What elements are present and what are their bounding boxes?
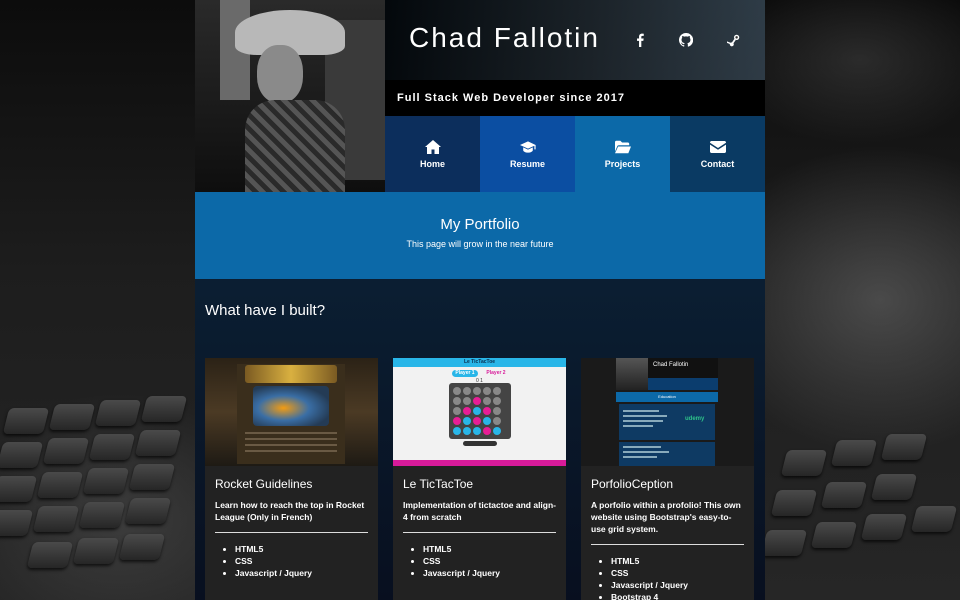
project-title[interactable]: Le TicTacToe xyxy=(403,477,556,491)
nav-item-contact[interactable]: Contact xyxy=(670,116,765,192)
tech-item: HTML5 xyxy=(235,543,368,555)
nav-item-label: Projects xyxy=(604,158,641,169)
envelope-icon xyxy=(709,140,726,153)
tech-item: CSS xyxy=(423,555,556,567)
tech-item: CSS xyxy=(611,567,744,579)
project-card-le-tictactoe[interactable]: Le TicTacToe Player 1 Player 2 0 1 Le Ti… xyxy=(393,358,566,600)
game-board xyxy=(449,383,511,439)
keyboard-background-right xyxy=(764,430,960,600)
thumbnail-title: Chad Fallotin xyxy=(653,362,689,368)
tech-item: Javascript / Jquery xyxy=(611,579,744,591)
site-title: Chad Fallotin xyxy=(409,22,600,53)
project-thumbnail[interactable]: Chad Fallotin Education udemy xyxy=(581,358,754,466)
nav-item-home[interactable]: Home xyxy=(385,116,480,192)
nav-item-resume[interactable]: Resume xyxy=(480,116,575,192)
section-title: What have I built? xyxy=(205,302,326,319)
folder-open-icon xyxy=(614,140,631,153)
site-subtitle: Full Stack Web Developer since 2017 xyxy=(397,92,625,104)
page-title: My Portfolio xyxy=(440,216,520,233)
steam-icon[interactable] xyxy=(723,29,745,51)
nav-item-label: Contact xyxy=(700,158,735,169)
thumbnail-player1: Player 1 xyxy=(455,370,475,376)
facebook-icon[interactable] xyxy=(629,29,651,51)
portfolio-banner: My Portfolio This page will grow in the … xyxy=(195,192,765,279)
subtitle-bar: Full Stack Web Developer since 2017 xyxy=(385,80,765,116)
graduation-cap-icon xyxy=(519,140,536,153)
thumbnail-section: Education xyxy=(658,394,676,399)
udemy-logo: udemy xyxy=(685,416,705,422)
divider xyxy=(215,532,368,533)
home-icon xyxy=(424,139,441,154)
thumbnail-header: Le TicTacToe xyxy=(463,359,496,365)
project-description: Learn how to reach the top in Rocket Lea… xyxy=(215,500,365,522)
site-header: Chad Fallotin Full Stack Web Developer s… xyxy=(195,0,765,192)
tech-list: HTML5 CSS Javascript / Jquery xyxy=(403,543,556,579)
profile-photo xyxy=(195,0,385,192)
tech-item: Bootstrap 4 xyxy=(611,591,744,600)
tech-list: HTML5 CSS Javascript / Jquery xyxy=(215,543,368,579)
tech-item: Javascript / Jquery xyxy=(235,567,368,579)
project-card-rocket-guidelines[interactable]: Rocket Guidelines Learn how to reach the… xyxy=(205,358,378,600)
tech-item: HTML5 xyxy=(611,555,744,567)
keyboard-background-left xyxy=(0,390,200,600)
nav-item-label: Resume xyxy=(509,158,545,169)
tech-item: CSS xyxy=(235,555,368,567)
divider xyxy=(591,544,744,545)
project-title[interactable]: Rocket Guidelines xyxy=(215,477,368,491)
main-container: Chad Fallotin Full Stack Web Developer s… xyxy=(195,0,765,600)
tech-item: Javascript / Jquery xyxy=(423,567,556,579)
github-icon[interactable] xyxy=(675,29,697,51)
project-cards: Rocket Guidelines Learn how to reach the… xyxy=(205,358,755,600)
tech-item: HTML5 xyxy=(423,543,556,555)
project-title[interactable]: PorfolioCeption xyxy=(591,477,744,491)
tech-list: HTML5 CSS Javascript / Jquery Bootstrap … xyxy=(591,555,744,600)
nav-item-label: Home xyxy=(419,158,445,169)
page-subtitle: This page will grow in the near future xyxy=(406,239,554,249)
project-description: Implementation of tictactoe and align-4 … xyxy=(403,500,557,522)
title-bar: Chad Fallotin xyxy=(385,0,765,80)
project-thumbnail[interactable] xyxy=(205,358,378,466)
project-description: A porfolio within a profolio! This own w… xyxy=(591,500,741,534)
nav-item-projects[interactable]: Projects xyxy=(575,116,670,192)
project-card-porfolioception[interactable]: Chad Fallotin Education udemy PorfolioCe… xyxy=(581,358,754,600)
main-nav: Home Resume Projects Contact xyxy=(385,116,765,192)
divider xyxy=(403,532,556,533)
project-thumbnail[interactable]: Le TicTacToe Player 1 Player 2 0 1 xyxy=(393,358,566,466)
thumbnail-player2: Player 2 xyxy=(486,370,506,376)
